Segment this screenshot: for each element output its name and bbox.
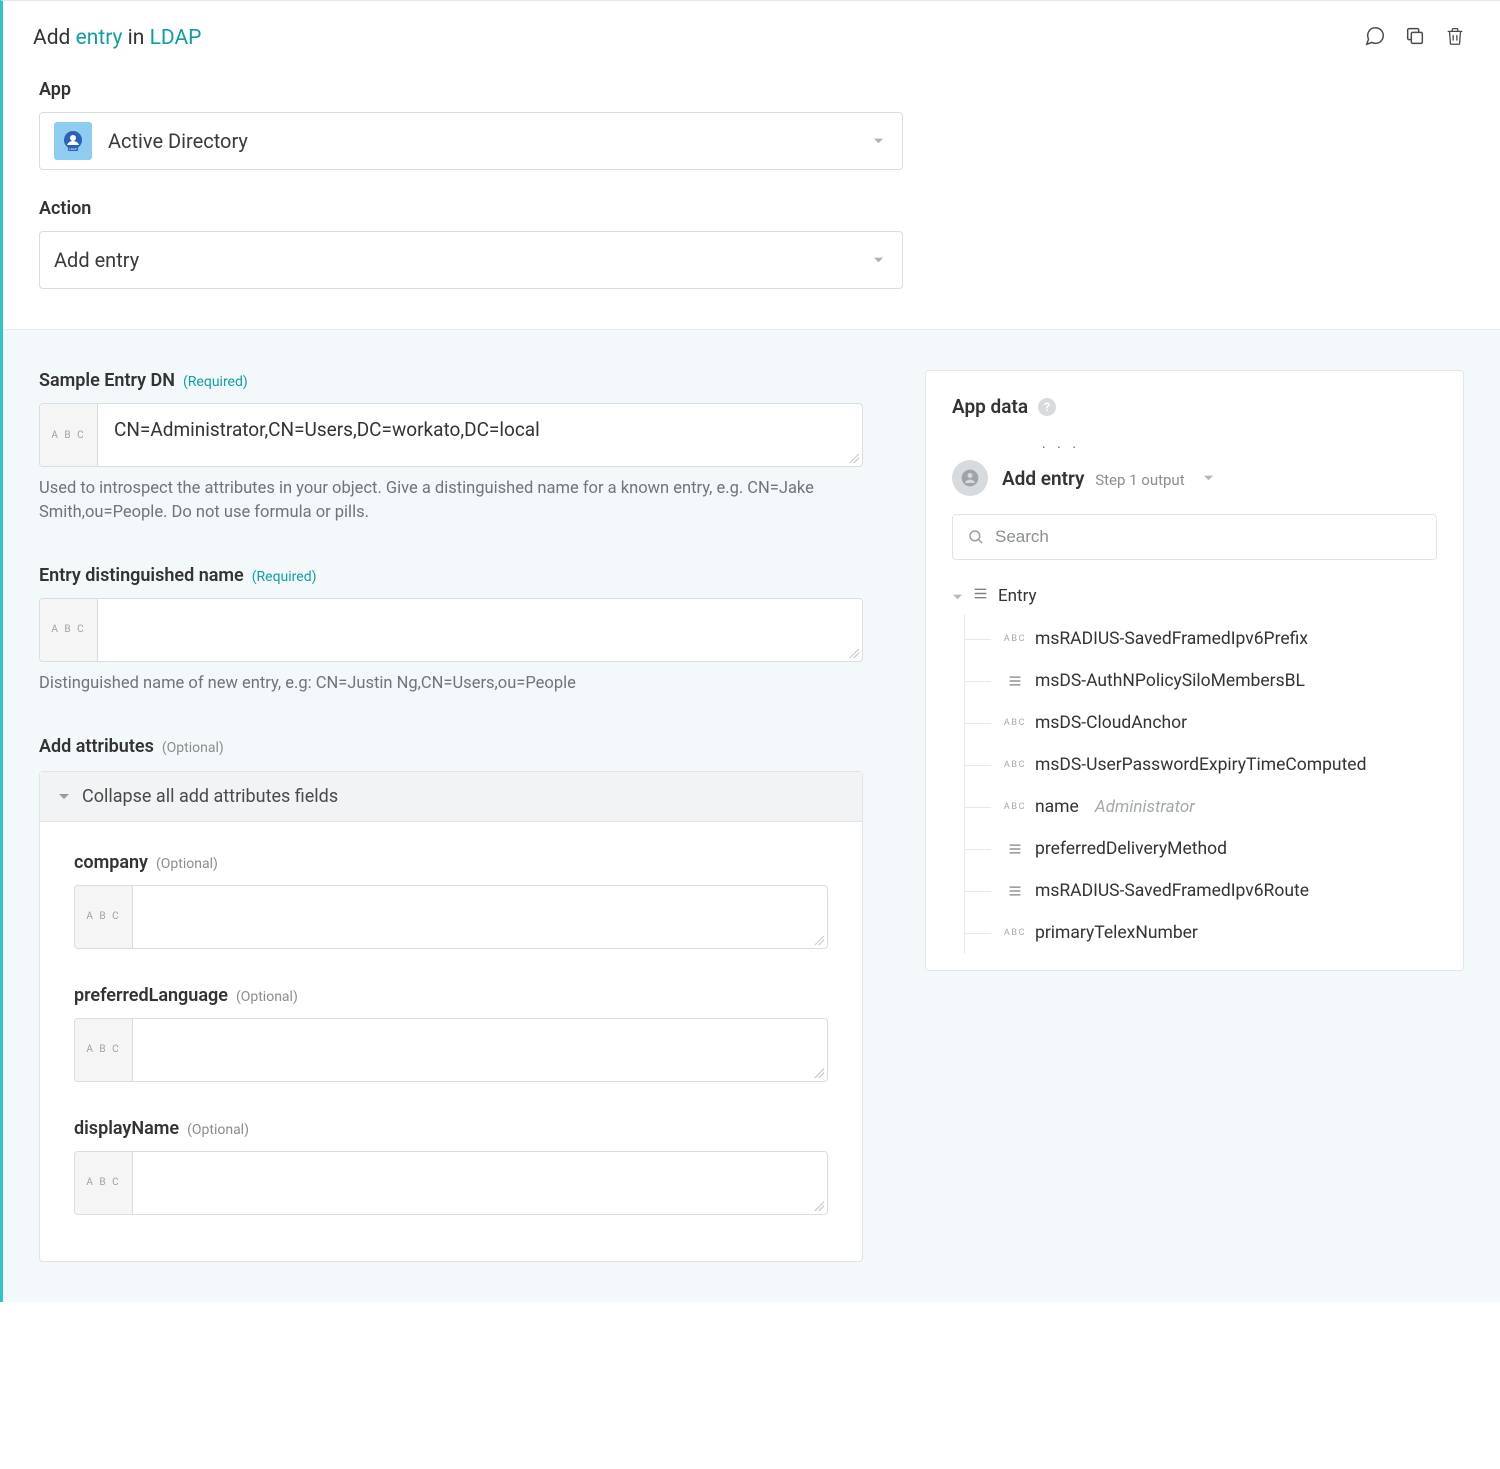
attribute-input[interactable] (133, 1152, 827, 1214)
tree-item-name: preferredDeliveryMethod (1035, 839, 1227, 859)
tree-item-name: msDS-UserPasswordExpiryTimeComputed (1035, 755, 1366, 775)
tree-item-name: name (1035, 797, 1079, 817)
attribute-label: displayName (74, 1118, 179, 1139)
svg-text:LDAP: LDAP (69, 147, 77, 151)
step-icon (952, 460, 988, 496)
app-select-value: Active Directory (108, 129, 248, 153)
action-select-value: Add entry (54, 248, 139, 272)
tree-root-label: Entry (998, 586, 1037, 606)
step-sub: Step 1 output (1095, 471, 1184, 489)
trash-icon[interactable] (1444, 25, 1466, 51)
attribute-input-box: A B C (74, 1151, 828, 1215)
attribute-field: company (Optional) A B C (74, 852, 828, 949)
chevron-down-icon (952, 591, 963, 602)
attribute-hint: (Optional) (156, 856, 218, 872)
chevron-down-icon[interactable] (1199, 469, 1214, 487)
search-icon (967, 528, 985, 546)
step-label-text: Add entry (1002, 467, 1084, 490)
entry-dn-help: Distinguished name of new entry, e.g: CN… (39, 672, 863, 696)
sample-dn-input[interactable] (98, 404, 862, 466)
tree-item-name: msRADIUS-SavedFramedIpv6Route (1035, 881, 1309, 901)
dots-separator: . . . (952, 436, 1437, 442)
tree-item-name: primaryTelexNumber (1035, 923, 1198, 943)
tree-item-name: msRADIUS-SavedFramedIpv6Prefix (1035, 629, 1308, 649)
tree-item-value: Administrator (1095, 797, 1195, 817)
abc-prefix: A B C (40, 599, 98, 661)
tree-item[interactable]: msDS-AuthNPolicySiloMembersBL (965, 660, 1437, 702)
abc-prefix: A B C (75, 1019, 133, 1081)
sample-dn-hint: (Required) (183, 374, 248, 390)
tree-item-name: msDS-AuthNPolicySiloMembersBL (1035, 671, 1305, 691)
chevron-down-icon (58, 790, 70, 802)
copy-icon[interactable] (1404, 25, 1426, 51)
sample-dn-label: Sample Entry DN (39, 370, 175, 391)
attribute-input-box: A B C (74, 885, 828, 949)
entry-dn-input-box: A B C (39, 598, 863, 662)
attribute-field: preferredLanguage (Optional) A B C (74, 985, 828, 1082)
abc-type-icon: ABC (1001, 928, 1029, 938)
sample-dn-help: Used to introspect the attributes in you… (39, 477, 863, 525)
attribute-label: preferredLanguage (74, 985, 228, 1006)
title-prefix: Add (33, 26, 76, 50)
abc-type-icon: ABC (1001, 634, 1029, 644)
abc-prefix: A B C (40, 404, 98, 466)
abc-type-icon: ABC (1001, 802, 1029, 812)
help-icon[interactable]: ? (1038, 398, 1056, 416)
abc-prefix: A B C (75, 1152, 133, 1214)
collapse-attributes-toggle[interactable]: Collapse all add attributes fields (40, 772, 862, 822)
abc-type-icon: ABC (1001, 760, 1029, 770)
attribute-label: company (74, 852, 148, 873)
entry-dn-label: Entry distinguished name (39, 565, 244, 586)
tree-item-name: msDS-CloudAnchor (1035, 713, 1187, 733)
app-label: App (39, 79, 71, 100)
sample-dn-input-box: A B C (39, 403, 863, 467)
active-directory-icon: LDAP (54, 122, 92, 160)
attribute-hint: (Optional) (236, 989, 298, 1005)
chevron-down-icon (873, 132, 884, 150)
search-input[interactable] (995, 527, 1422, 547)
app-data-title: App data (952, 395, 1028, 418)
chevron-down-icon (873, 251, 884, 269)
ldap-link[interactable]: LDAP (150, 26, 202, 50)
step-label[interactable]: Add entry Step 1 output (1002, 467, 1185, 490)
attribute-field: displayName (Optional) A B C (74, 1118, 828, 1215)
attribute-input-box: A B C (74, 1018, 828, 1082)
entry-dn-input[interactable] (98, 599, 862, 661)
list-type-icon (1001, 884, 1029, 898)
action-select[interactable]: Add entry (39, 231, 903, 289)
tree-item[interactable]: ABC primaryTelexNumber (965, 912, 1437, 954)
abc-prefix: A B C (75, 886, 133, 948)
tree-root-entry[interactable]: Entry (952, 578, 1437, 614)
tree-item[interactable]: msRADIUS-SavedFramedIpv6Route (965, 870, 1437, 912)
attribute-input[interactable] (133, 886, 827, 948)
attribute-input[interactable] (133, 1019, 827, 1081)
list-icon (973, 586, 988, 606)
entry-dn-hint: (Required) (252, 569, 317, 585)
tree-item[interactable]: ABC name Administrator (965, 786, 1437, 828)
collapse-attributes-label: Collapse all add attributes fields (82, 786, 338, 807)
tree-item[interactable]: ABC msRADIUS-SavedFramedIpv6Prefix (965, 618, 1437, 660)
tree-item[interactable]: preferredDeliveryMethod (965, 828, 1437, 870)
abc-type-icon: ABC (1001, 718, 1029, 728)
page-title: Add entry in LDAP (33, 26, 201, 50)
tree-item[interactable]: ABC msDS-CloudAnchor (965, 702, 1437, 744)
list-type-icon (1001, 674, 1029, 688)
add-attributes-hint: (Optional) (162, 740, 224, 756)
search-box (952, 514, 1437, 560)
attribute-hint: (Optional) (187, 1122, 249, 1138)
app-select[interactable]: LDAP Active Directory (39, 112, 903, 170)
tree-item[interactable]: ABC msDS-UserPasswordExpiryTimeComputed (965, 744, 1437, 786)
action-label: Action (39, 198, 91, 219)
entry-link[interactable]: entry (76, 26, 123, 50)
add-attributes-label: Add attributes (39, 736, 154, 757)
title-middle: in (122, 26, 149, 50)
list-type-icon (1001, 842, 1029, 856)
comment-icon[interactable] (1364, 25, 1386, 51)
